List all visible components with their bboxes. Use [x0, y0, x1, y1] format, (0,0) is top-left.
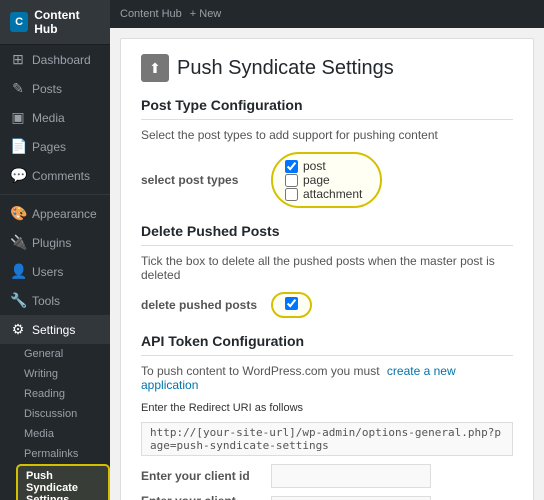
sidebar-item-pages[interactable]: 📄 Pages [0, 132, 110, 161]
plugins-icon: 🔌 [10, 234, 26, 251]
sidebar-item-tools[interactable]: 🔧 Tools [0, 286, 110, 315]
checkbox-attachment-input[interactable] [285, 188, 298, 201]
api-token-desc: To push content to WordPress.com you mus… [141, 364, 513, 392]
main-content: Content Hub + New ⬆ Push Syndicate Setti… [110, 0, 544, 500]
general-label: General [24, 348, 63, 360]
checkbox-post-input[interactable] [285, 160, 298, 173]
client-secret-field [271, 496, 513, 500]
client-id-label: Enter your client id [141, 469, 271, 483]
page-title-icon: ⬆ [141, 54, 169, 82]
settings-submenu: General Writing Reading Discussion Media… [0, 344, 110, 500]
push-syndicate-label: Push Syndicate Settings [26, 470, 100, 500]
admin-bar-content-hub[interactable]: Content Hub [120, 8, 182, 20]
sidebar-item-plugins-label: Plugins [32, 236, 71, 250]
checkbox-attachment-label: attachment [303, 187, 362, 201]
tools-icon: 🔧 [10, 292, 26, 309]
sidebar-item-writing[interactable]: Writing [16, 364, 110, 384]
redirect-url: http://[your-site-url]/wp-admin/options-… [141, 422, 513, 456]
permalinks-label: Permalinks [24, 448, 78, 460]
settings-content: ⬆ Push Syndicate Settings Post Type Conf… [120, 38, 534, 500]
api-token-heading: API Token Configuration [141, 333, 513, 356]
media-icon: ▣ [10, 109, 26, 126]
post-type-field: post page attachment [271, 152, 513, 208]
sidebar-item-permalinks[interactable]: Permalinks [16, 444, 110, 464]
sidebar-item-push-syndicate[interactable]: Push Syndicate Settings [16, 464, 110, 500]
admin-bar: Content Hub + New [110, 0, 544, 28]
sidebar-item-reading[interactable]: Reading [16, 384, 110, 404]
client-secret-row: Enter your client secret [141, 494, 513, 500]
content-hub-icon: C [10, 12, 28, 32]
delete-pushed-checkbox[interactable] [285, 297, 298, 310]
post-type-heading: Post Type Configuration [141, 97, 513, 120]
post-type-label: select post types [141, 173, 271, 187]
divider-1 [0, 194, 110, 195]
sidebar-title: Content Hub [34, 8, 100, 36]
sidebar-item-users-label: Users [32, 265, 63, 279]
page-title-text: Push Syndicate Settings [177, 57, 394, 80]
client-secret-label: Enter your client secret [141, 494, 271, 500]
checkbox-post-label: post [303, 159, 326, 173]
posts-icon: ✎ [10, 80, 26, 97]
sidebar-item-settings-label: Settings [32, 323, 75, 337]
page-title: ⬆ Push Syndicate Settings [141, 54, 513, 82]
sidebar-item-posts-label: Posts [32, 82, 62, 96]
writing-label: Writing [24, 368, 58, 380]
sidebar-item-pages-label: Pages [32, 140, 66, 154]
delete-pushed-label: delete pushed posts [141, 298, 271, 312]
post-type-form-row: select post types post page [141, 152, 513, 208]
sidebar-item-tools-label: Tools [32, 294, 60, 308]
delete-checkbox-container [271, 292, 312, 318]
checkbox-post[interactable]: post [285, 159, 362, 173]
appearance-icon: 🎨 [10, 205, 26, 222]
sidebar-item-dashboard[interactable]: ⊞ Dashboard [0, 45, 110, 74]
reading-label: Reading [24, 388, 65, 400]
sidebar-item-media-settings[interactable]: Media [16, 424, 110, 444]
sidebar-header: C Content Hub [0, 0, 110, 45]
delete-pushed-desc: Tick the box to delete all the pushed po… [141, 254, 513, 282]
sidebar: C Content Hub ⊞ Dashboard ✎ Posts ▣ Medi… [0, 0, 110, 500]
post-type-desc: Select the post types to add support for… [141, 128, 513, 142]
post-types-container: post page attachment [271, 152, 382, 208]
sidebar-item-appearance[interactable]: 🎨 Appearance [0, 199, 110, 228]
pages-icon: 📄 [10, 138, 26, 155]
redirect-label: Enter the Redirect URI as follows [141, 402, 513, 414]
sidebar-item-comments[interactable]: 💬 Comments [0, 161, 110, 190]
sidebar-item-settings[interactable]: ⚙ Settings [0, 315, 110, 344]
sidebar-item-general[interactable]: General [16, 344, 110, 364]
sidebar-item-dashboard-label: Dashboard [32, 53, 91, 67]
sidebar-item-posts[interactable]: ✎ Posts [0, 74, 110, 103]
checkbox-page-input[interactable] [285, 174, 298, 187]
client-id-row: Enter your client id [141, 464, 513, 488]
comments-icon: 💬 [10, 167, 26, 184]
settings-icon: ⚙ [10, 321, 26, 338]
sidebar-item-users[interactable]: 👤 Users [0, 257, 110, 286]
sidebar-item-media[interactable]: ▣ Media [0, 103, 110, 132]
media-settings-label: Media [24, 428, 54, 440]
post-type-section: Post Type Configuration Select the post … [141, 97, 513, 208]
api-token-section: API Token Configuration To push content … [141, 333, 513, 500]
sidebar-item-discussion[interactable]: Discussion [16, 404, 110, 424]
sidebar-item-plugins[interactable]: 🔌 Plugins [0, 228, 110, 257]
discussion-label: Discussion [24, 408, 77, 420]
admin-bar-new[interactable]: + New [190, 8, 222, 20]
delete-pushed-section: Delete Pushed Posts Tick the box to dele… [141, 223, 513, 318]
sidebar-item-appearance-label: Appearance [32, 207, 97, 221]
checkbox-page[interactable]: page [285, 173, 362, 187]
users-icon: 👤 [10, 263, 26, 280]
delete-pushed-heading: Delete Pushed Posts [141, 223, 513, 246]
checkbox-page-label: page [303, 173, 330, 187]
delete-pushed-field [271, 292, 513, 318]
sidebar-item-comments-label: Comments [32, 169, 90, 183]
api-token-desc-text: To push content to WordPress.com you mus… [141, 364, 380, 378]
sidebar-item-media-label: Media [32, 111, 65, 125]
checkbox-attachment[interactable]: attachment [285, 187, 362, 201]
client-id-input[interactable] [271, 464, 431, 488]
dashboard-icon: ⊞ [10, 51, 26, 68]
delete-pushed-form-row: delete pushed posts [141, 292, 513, 318]
client-secret-input[interactable] [271, 496, 431, 500]
client-id-field [271, 464, 513, 488]
